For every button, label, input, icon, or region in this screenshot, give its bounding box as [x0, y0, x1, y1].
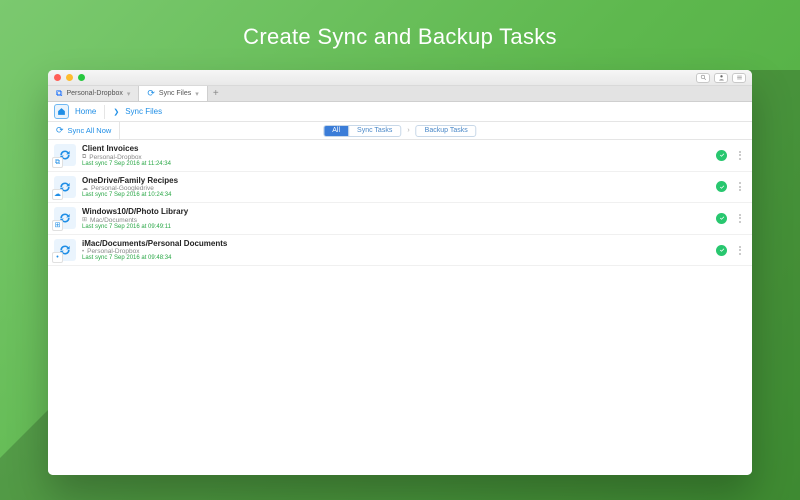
sync-icon: ⟳ [147, 89, 155, 98]
toolbar: Home ❯ Sync Files [48, 102, 752, 122]
task-row[interactable]: ☁ OneDrive/Family Recipes ☁ Personal-Goo… [48, 172, 752, 204]
task-icon: • [54, 239, 76, 261]
task-timestamp: Last sync 7 Sep 2016 at 09:48:34 [82, 255, 710, 261]
task-title: OneDrive/Family Recipes [82, 176, 710, 186]
task-subtitle: ⊞ Mac/Documents [82, 217, 710, 224]
task-text: Client Invoices ⧉ Personal-Dropbox Last … [82, 144, 710, 167]
status-ok-icon [716, 181, 727, 192]
home-button[interactable] [54, 104, 69, 119]
task-icon: ☁ [54, 176, 76, 198]
tab-label: Sync Files [159, 90, 191, 97]
close-button[interactable] [54, 74, 61, 81]
titlebar [48, 70, 752, 86]
zoom-button[interactable] [78, 74, 85, 81]
filter-all[interactable]: All [324, 126, 348, 136]
task-text: Windows10/D/Photo Library ⊞ Mac/Document… [82, 207, 710, 230]
task-timestamp: Last sync 7 Sep 2016 at 10:24:34 [82, 192, 710, 198]
task-icon: ⧉ [54, 144, 76, 166]
tab-label: Personal-Dropbox [66, 90, 122, 97]
task-icon: ⊞ [54, 207, 76, 229]
filter-segment: All Sync Tasks [323, 125, 401, 137]
service-badge: ☁ [52, 189, 63, 200]
task-title: Client Invoices [82, 144, 710, 154]
task-more-button[interactable] [739, 246, 742, 255]
tab-sync-files[interactable]: ⟳ Sync Files ▾ [139, 86, 207, 101]
status-ok-icon [716, 150, 727, 161]
task-text: OneDrive/Family Recipes ☁ Personal-Googl… [82, 176, 710, 199]
search-icon [700, 74, 707, 81]
task-text: iMac/Documents/Personal Documents • Pers… [82, 239, 710, 262]
task-subtitle: ⧉ Personal-Dropbox [82, 154, 710, 161]
user-icon [718, 74, 725, 81]
status-ok-icon [716, 245, 727, 256]
filter-bar: ⟳ Sync All Now All Sync Tasks › Backup T… [48, 122, 752, 140]
service-badge: • [52, 252, 63, 263]
app-window: ⧉ Personal-Dropbox ▾ ⟳ Sync Files ▾ + Ho… [48, 70, 752, 475]
promo-headline: Create Sync and Backup Tasks [0, 24, 800, 50]
filter-backup-tasks[interactable]: Backup Tasks [417, 126, 476, 136]
task-timestamp: Last sync 7 Sep 2016 at 09:49:11 [82, 224, 710, 230]
chevron-right-icon: › [407, 127, 409, 134]
tab-personal-dropbox[interactable]: ⧉ Personal-Dropbox ▾ [48, 86, 139, 101]
sync-all-button[interactable]: ⟳ Sync All Now [48, 122, 120, 139]
service-badge: ⧉ [52, 157, 63, 168]
dropbox-icon: ⧉ [56, 89, 62, 98]
filter-sync-tasks[interactable]: Sync Tasks [348, 126, 400, 136]
breadcrumb[interactable]: Sync Files [125, 107, 162, 116]
toolbar-search-button[interactable] [696, 73, 710, 83]
tab-dropdown-icon: ▾ [127, 90, 131, 98]
minimize-button[interactable] [66, 74, 73, 81]
task-title: Windows10/D/Photo Library [82, 207, 710, 217]
task-row[interactable]: ⊞ Windows10/D/Photo Library ⊞ Mac/Docume… [48, 203, 752, 235]
toolbar-menu-button[interactable] [732, 73, 746, 83]
task-row[interactable]: • iMac/Documents/Personal Documents • Pe… [48, 235, 752, 267]
chevron-right-icon: ❯ [113, 108, 119, 116]
tab-add-button[interactable]: + [208, 86, 224, 101]
task-more-button[interactable] [739, 182, 742, 191]
home-label: Home [75, 107, 96, 116]
task-list: ⧉ Client Invoices ⧉ Personal-Dropbox Las… [48, 140, 752, 475]
task-row[interactable]: ⧉ Client Invoices ⧉ Personal-Dropbox Las… [48, 140, 752, 172]
task-subtitle: • Personal-Dropbox [82, 248, 710, 255]
tab-strip: ⧉ Personal-Dropbox ▾ ⟳ Sync Files ▾ + [48, 86, 752, 102]
sync-icon: ⟳ [56, 126, 64, 135]
toolbar-user-button[interactable] [714, 73, 728, 83]
task-title: iMac/Documents/Personal Documents [82, 239, 710, 249]
task-more-button[interactable] [739, 214, 742, 223]
separator [104, 105, 105, 119]
service-badge: ⊞ [52, 220, 63, 231]
sync-all-label: Sync All Now [68, 126, 112, 135]
task-timestamp: Last sync 7 Sep 2016 at 11:24:34 [82, 161, 710, 167]
tab-dropdown-icon: ▾ [195, 90, 199, 98]
home-icon [57, 107, 66, 116]
task-subtitle: ☁ Personal-Googledrive [82, 185, 710, 192]
status-ok-icon [716, 213, 727, 224]
traffic-lights [54, 74, 85, 81]
menu-icon [736, 74, 743, 81]
filter-segment: Backup Tasks [416, 125, 477, 137]
task-more-button[interactable] [739, 151, 742, 160]
